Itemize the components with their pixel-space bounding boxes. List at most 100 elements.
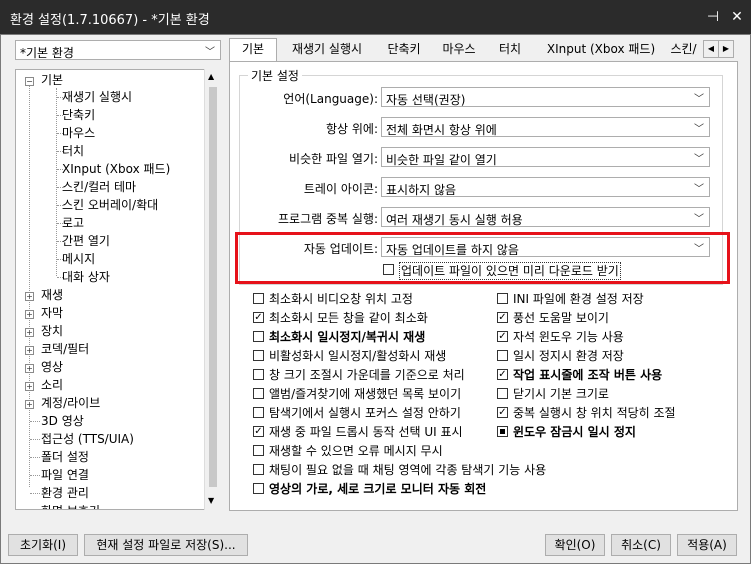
checkbox-box[interactable] (497, 388, 508, 399)
cancel-button[interactable]: 취소(C) (611, 534, 671, 556)
tree-item[interactable]: 간편 열기 (62, 232, 110, 250)
tree-item[interactable]: 재생 (41, 286, 63, 304)
tree-item[interactable]: 마우스 (62, 124, 95, 142)
tree-item[interactable]: 폴더 설정 (41, 448, 89, 466)
checkbox-box[interactable] (253, 369, 264, 380)
scroll-up-icon[interactable]: ▲ (208, 72, 214, 81)
check-icon[interactable]: ✓ (497, 369, 508, 380)
expand-icon[interactable]: + (25, 382, 34, 391)
checkbox-box[interactable] (253, 388, 264, 399)
tree-item[interactable]: 터치 (62, 142, 84, 160)
tree-item[interactable]: 메시지 (62, 250, 95, 268)
tab-skin[interactable]: 스킨/ (666, 39, 701, 61)
close-icon[interactable]: ✕ (727, 7, 747, 27)
checkbox-label: 탐색기에서 실행시 포커스 설정 안하기 (269, 406, 461, 420)
apply-button[interactable]: 적용(A) (677, 534, 737, 556)
tree-item[interactable]: 접근성 (TTS/UIA) (41, 430, 134, 448)
tree-scrollbar[interactable]: ▲ ▼ (204, 69, 221, 510)
indeterminate-icon[interactable] (497, 426, 508, 437)
checkbox-label: 작업 표시줄에 조작 버튼 사용 (513, 368, 663, 382)
tree-item[interactable]: 로고 (62, 214, 84, 232)
tree-line (30, 421, 40, 422)
scroll-thumb[interactable] (209, 87, 217, 487)
tree-item[interactable]: 코덱/필터 (41, 340, 89, 358)
tree-item[interactable]: XInput (Xbox 패드) (62, 160, 170, 178)
tree-item[interactable]: 스킨 오버레이/확대 (62, 196, 158, 214)
always-on-top-select[interactable]: 전체 화면시 항상 위에 ﹀ (381, 117, 710, 137)
reset-button[interactable]: 초기화(I) (8, 534, 78, 556)
category-tree[interactable]: − 기본 재생기 실행시 단축키 마우스 터치 XInput (Xbox 패드)… (15, 69, 221, 510)
tree-line (30, 439, 40, 440)
multi-instance-select[interactable]: 여러 재생기 동시 실행 허용 ﹀ (381, 207, 710, 227)
window-title: 환경 설정(1.7.10667) - *기본 환경 (10, 13, 210, 28)
check-icon[interactable]: ✓ (253, 312, 264, 323)
chevron-down-icon: ﹀ (694, 124, 704, 135)
tree-item[interactable]: 파일 연결 (41, 466, 89, 484)
similar-files-select[interactable]: 비슷한 파일 같이 열기 ﹀ (381, 147, 710, 167)
tab-xinput[interactable]: XInput (Xbox 패드) (538, 39, 664, 61)
checkbox-box[interactable] (253, 350, 264, 361)
tray-icon-label: 트레이 아이콘: (303, 182, 378, 196)
checkbox-box[interactable] (497, 293, 508, 304)
tree-item[interactable]: 스킨/컬러 테마 (62, 178, 136, 196)
tree-item[interactable]: 환경 관리 (41, 484, 89, 502)
expand-icon[interactable]: + (25, 310, 34, 319)
pin-icon[interactable]: ⊣ (703, 7, 723, 27)
checkbox-label: 창 크기 조절시 가운데를 기준으로 처리 (269, 368, 465, 382)
tab-startup[interactable]: 재생기 실행시 (281, 39, 373, 61)
language-value: 자동 선택(권장) (386, 93, 466, 107)
check-icon[interactable]: ✓ (497, 407, 508, 418)
expand-icon[interactable]: + (25, 292, 34, 301)
tree-item[interactable]: 단축키 (62, 106, 95, 124)
checkbox-label: 최소화시 모든 창을 같이 최소화 (269, 311, 428, 325)
check-icon[interactable]: ✓ (497, 312, 508, 323)
tab-scroll-left-icon[interactable]: ◀ (703, 40, 719, 58)
checkbox-box[interactable] (253, 407, 264, 418)
tree-item[interactable]: 장치 (41, 322, 63, 340)
chevron-down-icon: ﹀ (694, 154, 704, 165)
preset-value: *기본 환경 (20, 46, 74, 60)
checkbox-label: 자석 윈도우 기능 사용 (513, 330, 624, 344)
checkbox-box[interactable] (253, 464, 264, 475)
tree-item[interactable]: 자막 (41, 304, 63, 322)
scroll-down-icon[interactable]: ▼ (208, 496, 214, 505)
expand-icon[interactable]: + (25, 364, 34, 373)
tree-item[interactable]: 영상 (41, 358, 63, 376)
ok-button[interactable]: 확인(O) (545, 534, 605, 556)
expand-icon[interactable]: + (25, 328, 34, 337)
checkbox-label: 일시 정지시 환경 저장 (513, 349, 624, 363)
expand-icon[interactable]: + (25, 346, 34, 355)
expand-icon[interactable]: + (25, 400, 34, 409)
tray-icon-value: 표시하지 않음 (386, 183, 457, 197)
tree-item[interactable]: 대화 상자 (62, 268, 110, 286)
tree-line (29, 81, 30, 487)
tree-item[interactable]: 3D 영상 (41, 412, 84, 430)
checkbox-box[interactable] (253, 445, 264, 456)
tree-item[interactable]: 재생기 실행시 (62, 88, 132, 106)
tab-touch[interactable]: 터치 (491, 39, 529, 61)
multi-instance-label: 프로그램 중복 실행: (278, 212, 378, 226)
highlight-annotation (235, 232, 730, 284)
tree-item[interactable]: 소리 (41, 376, 63, 394)
tab-shortcuts[interactable]: 단축키 (379, 39, 429, 61)
checkbox-box[interactable] (253, 293, 264, 304)
preset-select[interactable]: *기본 환경 ﹀ (15, 40, 221, 60)
tray-icon-select[interactable]: 표시하지 않음 ﹀ (381, 177, 710, 197)
check-icon[interactable]: ✓ (253, 426, 264, 437)
collapse-icon[interactable]: − (25, 77, 34, 86)
tab-mouse[interactable]: 마우스 (434, 39, 484, 61)
checkbox-box[interactable] (253, 331, 264, 342)
checkbox-box[interactable] (497, 350, 508, 361)
language-select[interactable]: 자동 선택(권장) ﹀ (381, 87, 710, 107)
checkbox-box[interactable] (253, 483, 264, 494)
tree-item[interactable]: 화면 보호기 (41, 502, 100, 509)
check-icon[interactable]: ✓ (497, 331, 508, 342)
tree-item[interactable]: 계정/라이브 (41, 394, 100, 412)
title-bar: 환경 설정(1.7.10667) - *기본 환경 ⊣ ✕ (0, 0, 751, 34)
tab-basic[interactable]: 기본 (229, 38, 277, 62)
tab-scroll-right-icon[interactable]: ▶ (718, 40, 734, 58)
save-as-button[interactable]: 현재 설정 파일로 저장(S)... (84, 534, 248, 556)
chevron-down-icon: ﹀ (694, 214, 704, 225)
chevron-down-icon: ﹀ (694, 94, 704, 105)
tree-item-basic[interactable]: 기본 (41, 71, 63, 89)
